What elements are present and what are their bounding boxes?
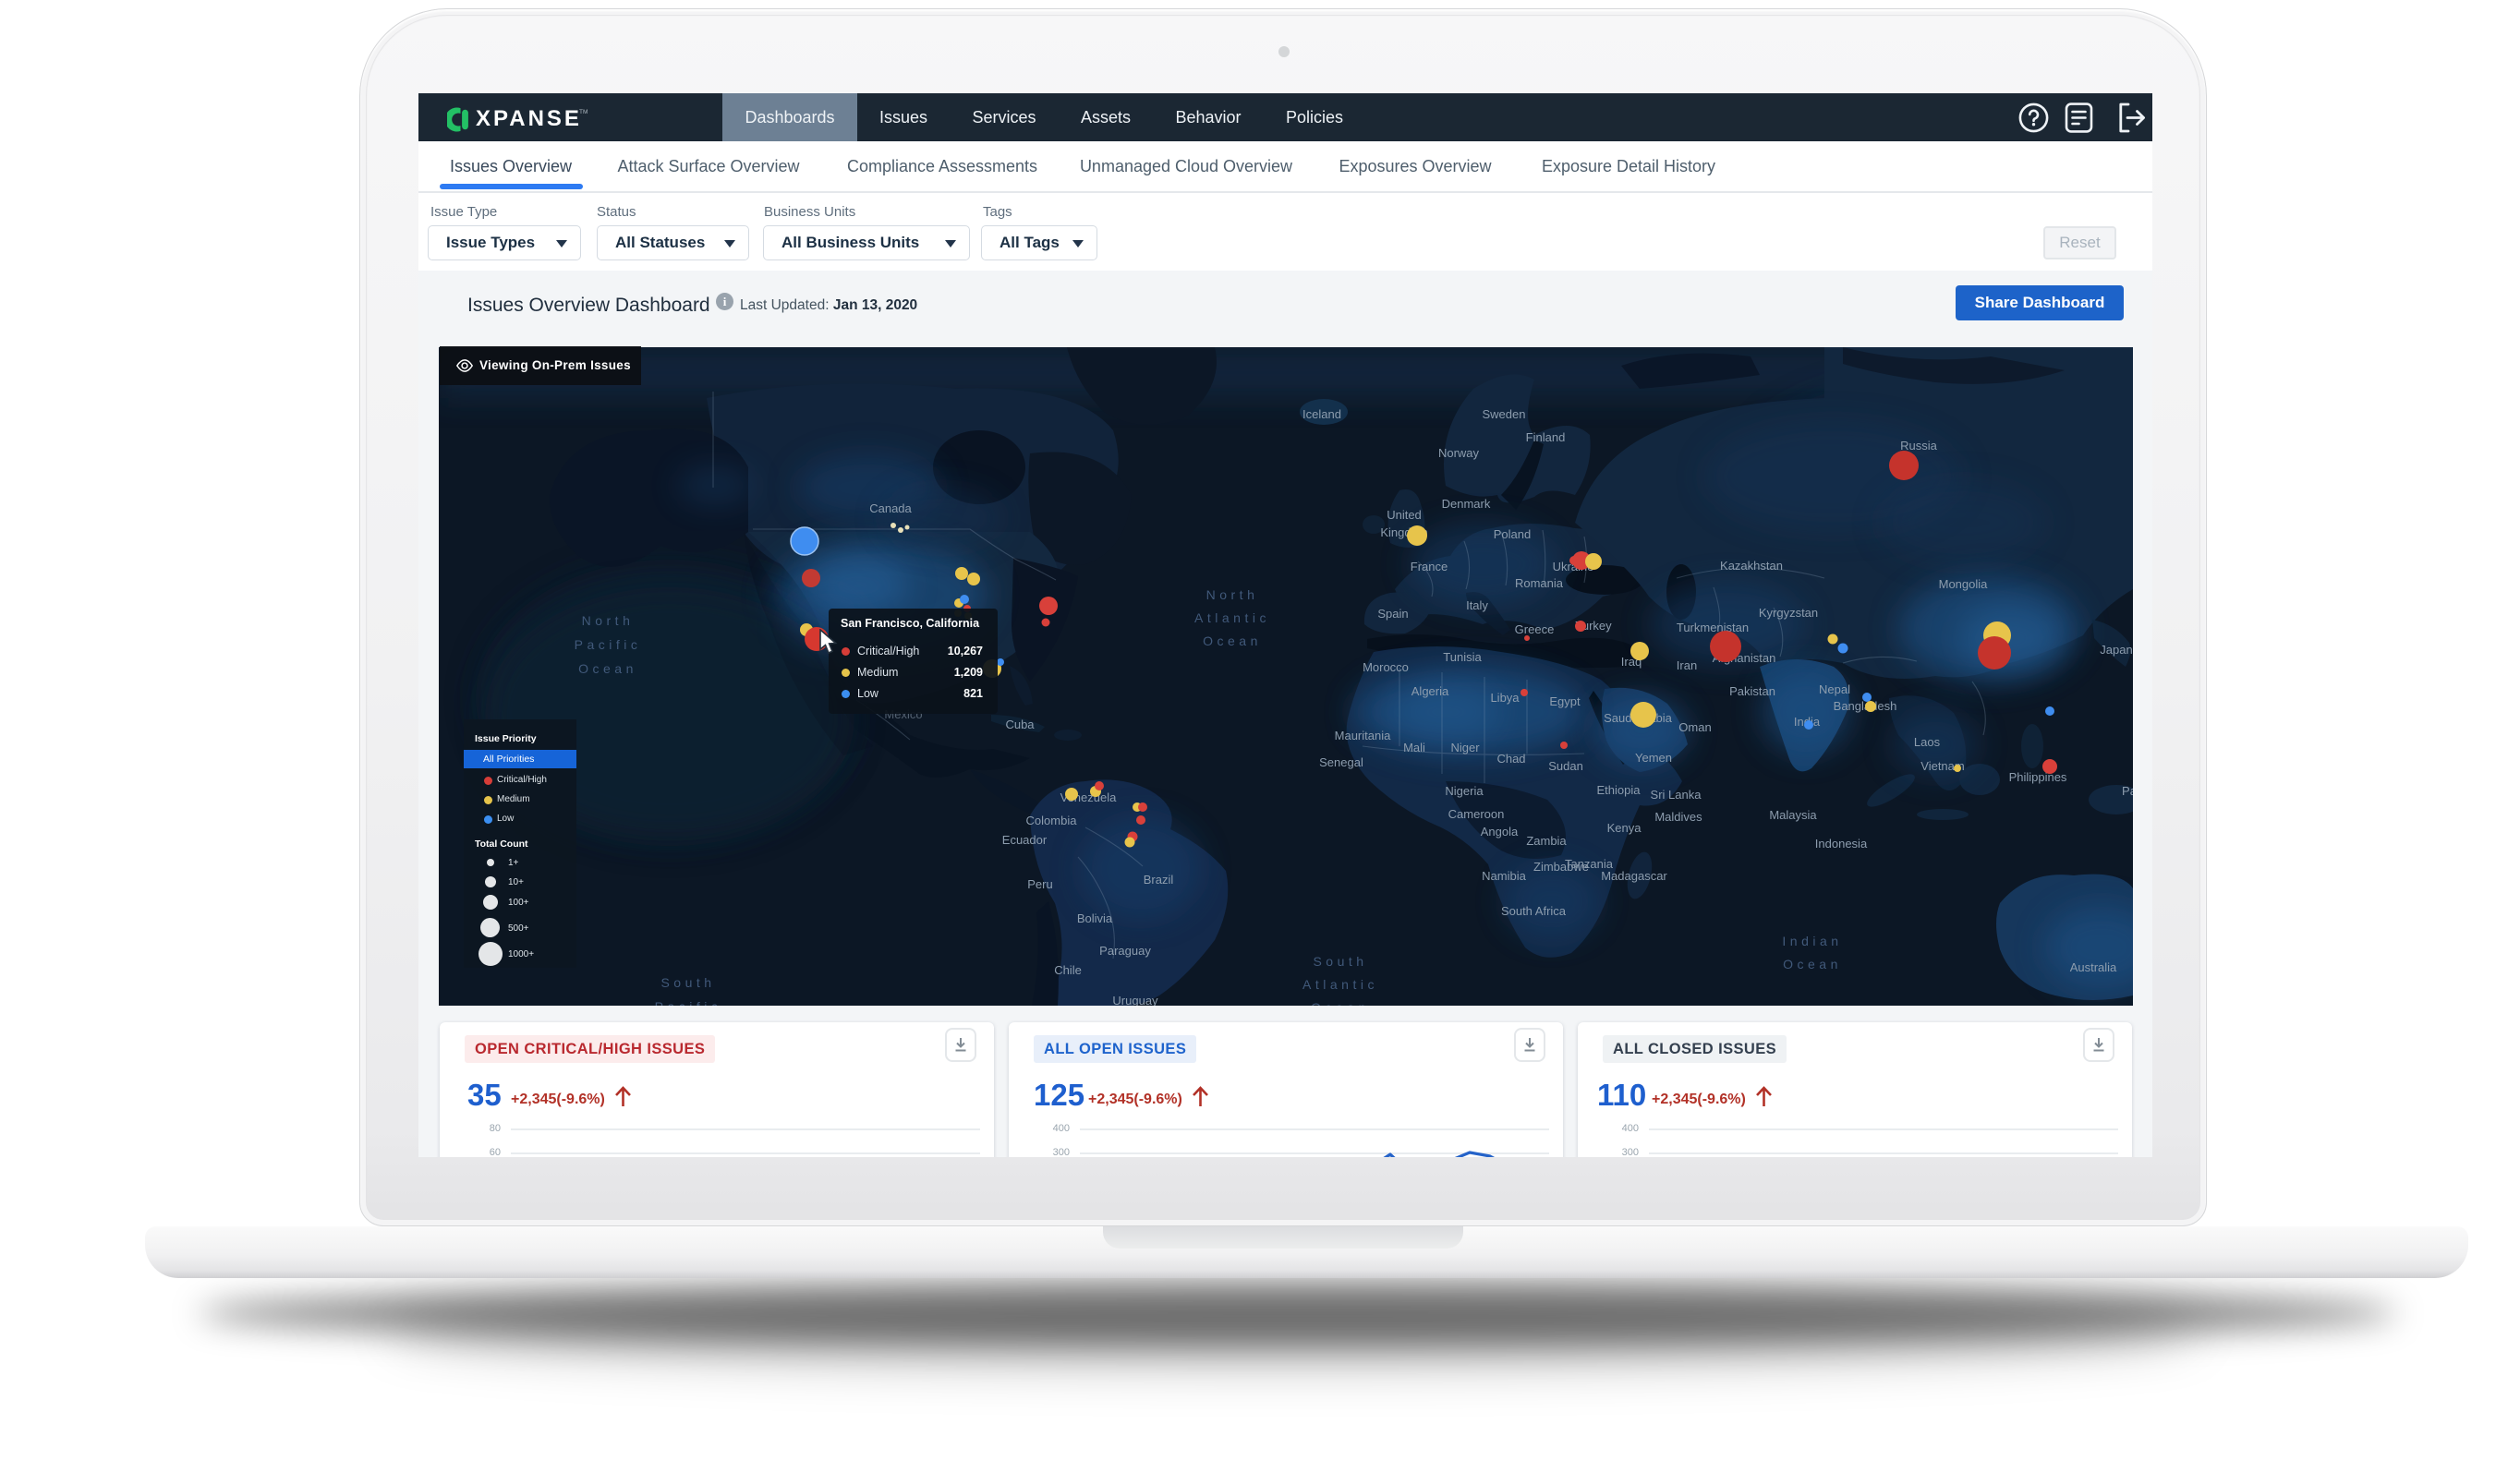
- svg-text:South Africa: South Africa: [1501, 904, 1567, 918]
- svg-text:Libya: Libya: [1490, 691, 1520, 705]
- svg-text:Ocean: Ocean: [1783, 957, 1842, 971]
- svg-text:Ecuador: Ecuador: [1002, 833, 1048, 847]
- svg-text:Chad: Chad: [1496, 752, 1525, 766]
- svg-text:Romania: Romania: [1515, 576, 1564, 590]
- svg-text:Niger: Niger: [1450, 741, 1480, 754]
- svg-text:Cuba: Cuba: [1005, 718, 1035, 731]
- svg-text:Yemen: Yemen: [1635, 751, 1672, 765]
- svg-text:Pacific: Pacific: [575, 637, 642, 652]
- svg-text:Indian: Indian: [1782, 934, 1842, 948]
- svg-text:Pakistan: Pakistan: [1729, 684, 1775, 698]
- svg-text:Cameroon: Cameroon: [1448, 807, 1505, 821]
- svg-text:Kazakhstan: Kazakhstan: [1720, 559, 1783, 573]
- svg-text:Malaysia: Malaysia: [1769, 808, 1817, 822]
- svg-text:Mongolia: Mongolia: [1939, 577, 1989, 591]
- svg-text:Iran: Iran: [1677, 658, 1697, 672]
- svg-text:Philippines: Philippines: [2009, 770, 2067, 784]
- svg-text:Uruguay: Uruguay: [1112, 994, 1158, 1006]
- svg-text:Pacific: Pacific: [655, 999, 722, 1006]
- svg-text:Atlantic: Atlantic: [1302, 977, 1378, 992]
- svg-text:Indonesia: Indonesia: [1815, 837, 1868, 851]
- svg-text:Japan: Japan: [2100, 643, 2132, 657]
- svg-text:Kenya: Kenya: [1607, 821, 1642, 835]
- svg-text:Pa: Pa: [2122, 784, 2133, 798]
- svg-text:Kyrgyzstan: Kyrgyzstan: [1759, 606, 1818, 620]
- svg-text:Maldives: Maldives: [1654, 810, 1702, 824]
- svg-text:Denmark: Denmark: [1442, 497, 1491, 511]
- svg-text:Ethiopia: Ethiopia: [1597, 783, 1642, 797]
- svg-text:France: France: [1411, 560, 1448, 573]
- svg-text:Sweden: Sweden: [1483, 407, 1526, 421]
- svg-text:Atlantic: Atlantic: [1194, 610, 1270, 625]
- svg-text:Peru: Peru: [1027, 877, 1052, 891]
- svg-text:Sudan: Sudan: [1548, 759, 1583, 773]
- svg-text:Iceland: Iceland: [1302, 407, 1341, 421]
- svg-text:Brazil: Brazil: [1144, 873, 1174, 887]
- svg-text:Poland: Poland: [1494, 527, 1531, 541]
- svg-text:Chile: Chile: [1054, 963, 1082, 977]
- svg-text:Paraguay: Paraguay: [1099, 944, 1151, 958]
- svg-text:Ocean: Ocean: [578, 661, 637, 676]
- svg-text:Canada: Canada: [869, 501, 912, 515]
- svg-text:Egypt: Egypt: [1549, 694, 1581, 708]
- svg-text:North: North: [582, 613, 635, 628]
- svg-text:South: South: [660, 975, 715, 990]
- svg-text:Laos: Laos: [1914, 735, 1941, 749]
- svg-text:United: United: [1387, 508, 1422, 522]
- svg-text:Norway: Norway: [1438, 446, 1480, 460]
- svg-text:Turkmenistan: Turkmenistan: [1677, 621, 1749, 634]
- svg-text:Ocean: Ocean: [1311, 1000, 1370, 1006]
- svg-text:Sri Lanka: Sri Lanka: [1651, 788, 1702, 802]
- svg-text:Namibia: Namibia: [1482, 869, 1526, 883]
- svg-text:Tunisia: Tunisia: [1443, 650, 1482, 664]
- svg-text:Zambia: Zambia: [1526, 834, 1567, 848]
- svg-text:Ocean: Ocean: [1203, 633, 1262, 648]
- svg-text:Zimbabwe: Zimbabwe: [1533, 860, 1589, 874]
- svg-text:Oman: Oman: [1678, 720, 1711, 734]
- svg-text:Greece: Greece: [1515, 622, 1555, 636]
- svg-text:Finland: Finland: [1526, 430, 1566, 444]
- svg-text:Mauritania: Mauritania: [1335, 729, 1391, 742]
- svg-text:Senegal: Senegal: [1319, 755, 1363, 769]
- svg-text:Angola: Angola: [1481, 825, 1519, 839]
- svg-text:Australia: Australia: [2070, 960, 2117, 974]
- svg-text:Algeria: Algeria: [1411, 684, 1449, 698]
- svg-text:Spain: Spain: [1377, 607, 1408, 621]
- svg-text:Morocco: Morocco: [1363, 660, 1409, 674]
- svg-text:Madagascar: Madagascar: [1601, 869, 1667, 883]
- svg-text:Russia: Russia: [1900, 439, 1938, 452]
- svg-text:Mali: Mali: [1403, 741, 1425, 754]
- svg-text:South: South: [1313, 954, 1367, 969]
- svg-text:Italy: Italy: [1466, 598, 1488, 612]
- svg-text:Bolivia: Bolivia: [1077, 911, 1113, 925]
- svg-text:Nigeria: Nigeria: [1445, 784, 1484, 798]
- svg-text:North: North: [1206, 587, 1259, 602]
- svg-text:Nepal: Nepal: [1819, 682, 1850, 696]
- svg-text:Colombia: Colombia: [1026, 814, 1078, 827]
